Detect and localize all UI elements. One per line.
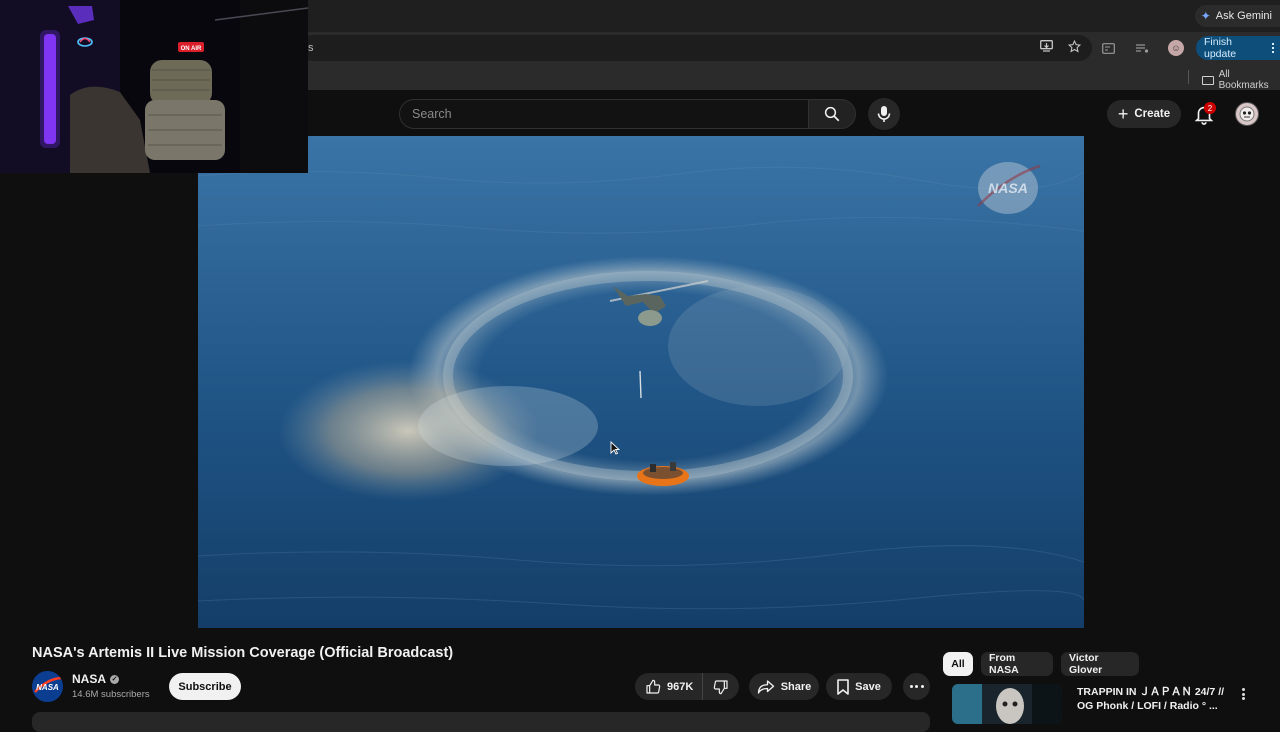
subscribe-button[interactable]: Subscribe	[169, 673, 241, 700]
bookmark-star-icon[interactable]	[1066, 38, 1082, 54]
all-bookmarks-label: All Bookmarks	[1218, 69, 1269, 91]
thumbs-down-icon	[713, 679, 728, 694]
media-controls-icon[interactable]	[1134, 40, 1150, 56]
on-air-sign: ON AIR	[181, 46, 202, 52]
voice-search-button[interactable]	[868, 98, 900, 130]
save-button[interactable]: Save	[826, 673, 892, 700]
install-app-icon[interactable]	[1038, 38, 1054, 54]
thumbs-up-icon	[646, 679, 661, 694]
address-bar-text: s	[308, 42, 314, 54]
video-title: NASA's Artemis II Live Mission Coverage …	[32, 645, 454, 661]
extensions-area: ☺	[1100, 40, 1184, 56]
chip-victor-glover[interactable]: Victor Glover	[1061, 652, 1139, 676]
search-input[interactable]: Search	[399, 99, 809, 129]
address-bar-actions	[1038, 38, 1082, 54]
ask-gemini-button[interactable]: ✦ Ask Gemini	[1194, 5, 1280, 27]
webcam-overlay: ON AIR	[0, 0, 308, 173]
search-icon	[824, 106, 840, 122]
microphone-icon	[877, 106, 891, 122]
gemini-sparkle-icon: ✦	[1200, 9, 1211, 23]
search-button[interactable]	[808, 99, 856, 129]
share-label: Share	[780, 680, 812, 693]
dislike-button[interactable]	[703, 673, 739, 700]
subscriber-count: 14.6M subscribers	[72, 689, 150, 700]
search-placeholder: Search	[412, 107, 452, 121]
channel-avatar-text: NASA	[36, 683, 59, 692]
bookmarks-divider	[1188, 70, 1189, 84]
finish-update-button[interactable]: Finish update	[1196, 36, 1280, 60]
webcam-scene: ON AIR	[0, 0, 308, 173]
kebab-menu-icon	[1272, 43, 1274, 53]
verified-check-icon: ✓	[110, 674, 120, 684]
mouse-cursor-icon	[610, 441, 620, 455]
account-avatar[interactable]	[1235, 102, 1259, 126]
recommendation-menu-button[interactable]	[1237, 686, 1249, 702]
video-frame: NASA	[198, 136, 1084, 628]
channel-name[interactable]: NASA ✓	[72, 672, 120, 686]
create-label: Create	[1134, 108, 1171, 120]
save-label: Save	[855, 680, 881, 693]
address-bar[interactable]: s	[300, 35, 1092, 61]
more-actions-button[interactable]	[903, 673, 930, 700]
more-horizontal-icon	[909, 685, 924, 688]
folder-icon	[1202, 75, 1214, 85]
video-player[interactable]: NASA	[198, 136, 1084, 628]
recommendation-title[interactable]: TRAPPIN IN ＪＡＰＡＮ 24/7 // OG Phonk / LOFI…	[1077, 685, 1227, 713]
description-box[interactable]	[32, 712, 930, 732]
plus-icon: +	[1117, 104, 1129, 124]
like-count: 967K	[667, 680, 694, 693]
all-bookmarks-button[interactable]: All Bookmarks	[1202, 69, 1280, 91]
ask-gemini-label: Ask Gemini	[1215, 10, 1272, 22]
chip-all[interactable]: All	[943, 652, 973, 676]
channel-avatar[interactable]: NASA	[32, 671, 63, 702]
finish-update-label: Finish update	[1204, 36, 1237, 60]
share-button[interactable]: Share	[749, 673, 819, 700]
reading-mode-icon[interactable]	[1100, 40, 1116, 56]
nasa-watermark-text: NASA	[988, 180, 1028, 196]
like-button[interactable]: 967K	[635, 673, 703, 700]
recommendation-thumbnail[interactable]	[952, 684, 1062, 724]
notification-count-badge: 2	[1204, 102, 1216, 114]
browser-profile-avatar[interactable]: ☺	[1168, 40, 1184, 56]
share-arrow-icon	[757, 679, 774, 694]
create-button[interactable]: + Create	[1107, 100, 1181, 128]
channel-name-text: NASA	[72, 672, 107, 686]
like-dislike-group: 967K	[635, 673, 739, 700]
chip-from-nasa[interactable]: From NASA	[981, 652, 1053, 676]
bookmark-icon	[837, 678, 849, 695]
